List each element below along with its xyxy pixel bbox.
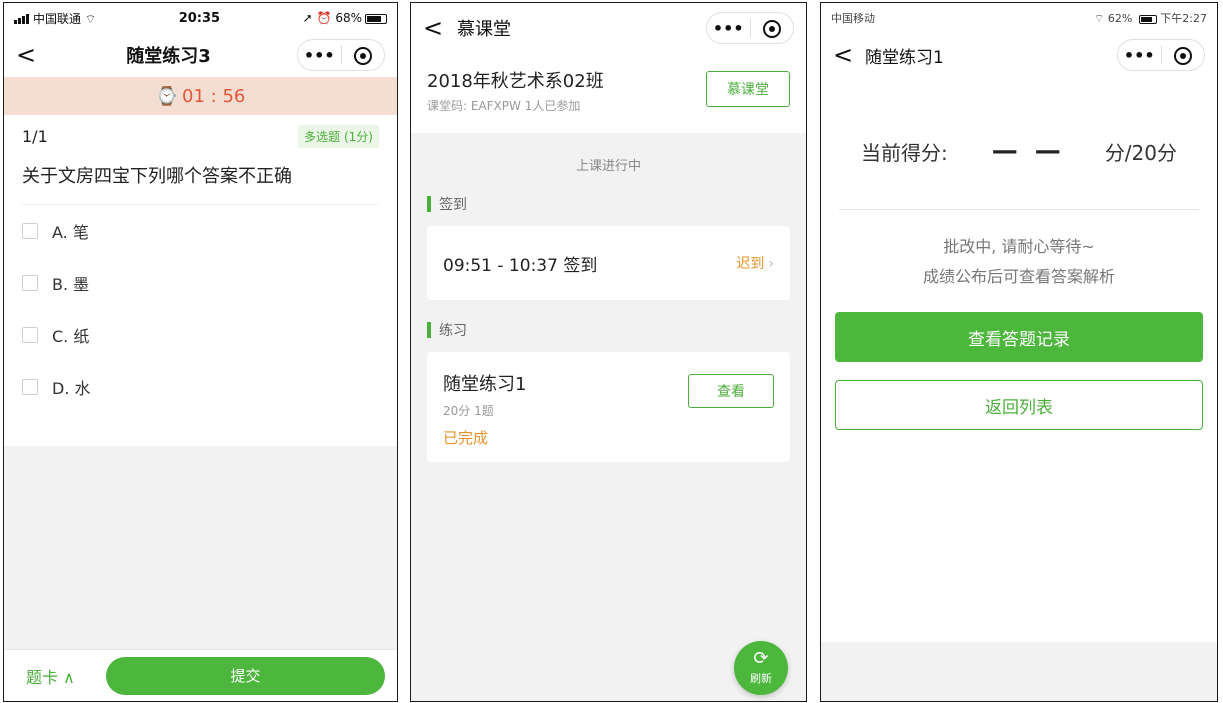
score-value: — —: [991, 136, 1065, 166]
battery-icon: [364, 13, 387, 24]
nav-bar: < 随堂练习3 •••: [4, 33, 397, 77]
refresh-button[interactable]: ⟳ 刷新: [734, 641, 788, 695]
option-label: B. 墨: [52, 275, 90, 294]
classroom-screen: < 慕课堂 ••• 2018年秋艺术系02班 课堂码: EAFXPW 1人已参加…: [410, 2, 807, 702]
countdown-timer: ⌚ 01 : 56: [4, 77, 397, 115]
page-title: 随堂练习3: [126, 46, 211, 67]
practice-section-title: 练习: [427, 320, 790, 340]
more-icon[interactable]: •••: [707, 19, 750, 38]
checkbox-icon[interactable]: [22, 327, 38, 343]
mini-program-capsule: •••: [297, 39, 385, 71]
page-title: 慕课堂: [457, 19, 511, 40]
option-c[interactable]: C. 纸: [22, 309, 379, 361]
carrier-label: 中国移动: [831, 12, 875, 25]
grading-line-1: 批改中, 请耐心等待~: [943, 237, 1095, 256]
mini-program-capsule: •••: [706, 12, 794, 44]
close-target-icon[interactable]: [751, 18, 794, 38]
question-area: 1/1 多选题 (1分) 关于文房四宝下列哪个答案不正确 A. 笔 B. 墨 C…: [4, 115, 397, 446]
battery-percent: 68%: [335, 11, 362, 25]
option-b[interactable]: B. 墨: [22, 257, 379, 309]
checkbox-icon[interactable]: [22, 275, 38, 291]
section-label: 练习: [439, 323, 467, 339]
class-status-text: 上课进行中: [575, 159, 641, 174]
score-area: 当前得分: — — 分/20分 批改中, 请耐心等待~ 成绩公布后可查看答案解析…: [821, 77, 1217, 642]
class-info-card: 2018年秋艺术系02班 课堂码: EAFXPW 1人已参加 慕课堂: [411, 53, 806, 133]
score-total: 分/20分: [1104, 140, 1177, 165]
more-icon[interactable]: •••: [1118, 46, 1161, 65]
option-d[interactable]: D. 水: [22, 361, 379, 413]
nav-bar: < 慕课堂 •••: [411, 3, 806, 53]
score-label: 当前得分:: [861, 140, 948, 165]
section-label: 签到: [439, 197, 467, 213]
option-label: C. 纸: [52, 327, 90, 346]
status-time: 20:35: [178, 10, 221, 26]
divider: [839, 209, 1199, 210]
sign-in-time: 09:51 - 10:37 签到: [443, 255, 598, 276]
option-label: D. 水: [52, 379, 91, 398]
question-type-badge: 多选题 (1分): [298, 125, 379, 148]
wifi-icon: ⌔: [1094, 12, 1105, 25]
section-marker: [427, 322, 431, 338]
refresh-label: 刷新: [750, 672, 772, 685]
checkbox-icon[interactable]: [22, 379, 38, 395]
location-icon: ➚: [302, 11, 313, 25]
exercise-screen: 中国联通 ⌔ 20:35 ➚ ⏰ 68% < 随堂练习3 ••• ⌚ 01 : …: [3, 2, 398, 702]
bottom-bar: 题卡 ∧ 提交: [4, 649, 397, 701]
status-time: 下午2:27: [1160, 12, 1207, 25]
mini-program-capsule: •••: [1117, 39, 1205, 71]
battery-icon: [1138, 14, 1157, 24]
clock-icon: ⌚: [155, 85, 179, 107]
close-target-icon[interactable]: [342, 45, 385, 65]
status-bar: 中国联通 ⌔ 20:35 ➚ ⏰ 68%: [4, 3, 397, 33]
battery-percent: 62%: [1107, 12, 1133, 25]
question-header: 1/1 多选题 (1分): [22, 125, 379, 148]
back-button[interactable]: <: [16, 41, 40, 69]
sign-in-card[interactable]: 09:51 - 10:37 签到 迟到 ›: [427, 226, 790, 300]
timer-value: 01 : 56: [182, 85, 246, 107]
submit-button[interactable]: 提交: [106, 656, 385, 695]
chevron-right-icon: ›: [768, 256, 774, 272]
carrier-label: 中国联通: [33, 11, 82, 26]
practice-card: 随堂练习1 20分 1题 已完成 查看: [427, 352, 790, 462]
nav-left: < 随堂练习1: [833, 41, 944, 69]
refresh-icon: ⟳: [753, 648, 769, 669]
option-label: A. 笔: [52, 223, 89, 242]
screenshot-collage: 中国联通 ⌔ 20:35 ➚ ⏰ 68% < 随堂练习3 ••• ⌚ 01 : …: [0, 0, 1223, 703]
section-marker: [427, 196, 431, 212]
wifi-icon: ⌔: [84, 11, 97, 26]
practice-state: 已完成: [443, 429, 489, 447]
question-text: 关于文房四宝下列哪个答案不正确: [22, 162, 379, 205]
grading-line-2: 成绩公布后可查看答案解析: [922, 267, 1115, 286]
nav-left: < 慕课堂: [423, 14, 511, 42]
view-answer-record-button[interactable]: 查看答题记录: [835, 312, 1203, 362]
status-bar: 中国移动 ⌔ 62% 下午2:27: [821, 3, 1217, 33]
option-a[interactable]: A. 笔: [22, 205, 379, 257]
status-left: 中国联通 ⌔: [14, 10, 96, 27]
back-button[interactable]: <: [423, 14, 447, 42]
back-to-list-button[interactable]: 返回列表: [835, 380, 1203, 430]
nav-bar: < 随堂练习1 •••: [821, 33, 1217, 77]
score-row: 当前得分: — — 分/20分: [821, 77, 1217, 187]
grading-message: 批改中, 请耐心等待~ 成绩公布后可查看答案解析: [821, 232, 1217, 292]
question-card-toggle[interactable]: 题卡 ∧: [16, 664, 106, 688]
sign-section-title: 签到: [427, 194, 790, 214]
status-label: 迟到: [736, 256, 765, 272]
signal-icon: [14, 14, 29, 24]
back-button[interactable]: <: [833, 41, 857, 69]
mooc-classroom-button[interactable]: 慕课堂: [706, 71, 790, 107]
checkbox-icon[interactable]: [22, 223, 38, 239]
status-right: ⌔ 62% 下午2:27: [1094, 10, 1207, 26]
page-title: 随堂练习1: [865, 47, 944, 68]
view-button[interactable]: 查看: [688, 374, 774, 408]
close-target-icon[interactable]: [1162, 45, 1205, 65]
sign-in-status: 迟到 ›: [736, 253, 774, 273]
question-index: 1/1: [22, 127, 48, 146]
more-icon[interactable]: •••: [298, 46, 341, 65]
result-screen: 中国移动 ⌔ 62% 下午2:27 < 随堂练习1 ••• 当前得分: — —: [820, 2, 1218, 702]
status-right: ➚ ⏰ 68%: [303, 11, 387, 25]
alarm-icon: ⏰: [316, 11, 332, 25]
